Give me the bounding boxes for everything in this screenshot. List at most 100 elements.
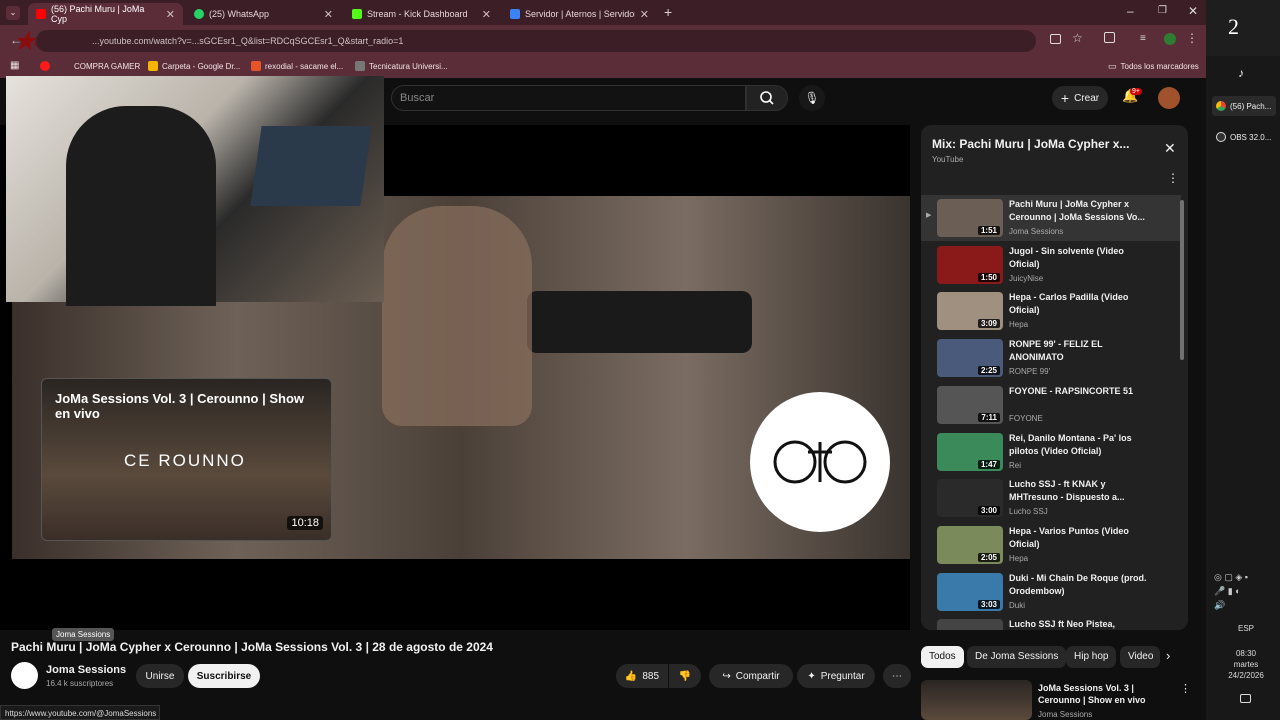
playlist-item[interactable]: 3:09 Hepa - Carlos Padilla (Video Oficial… [921, 288, 1181, 334]
all-bookmarks[interactable]: ▭ Todos los marcadores [1108, 61, 1199, 72]
apps-grid-icon[interactable]: ▦ [10, 60, 19, 71]
video-duration: 1:51 [977, 226, 1000, 235]
tab-kick[interactable]: Stream - Kick Dashboard ✕ [344, 3, 499, 25]
playlist-item[interactable]: 1:51 Pachi Muru | JoMa Cypher x Cerounno … [921, 195, 1181, 241]
more-actions-button[interactable]: ⋯ [883, 664, 911, 688]
playlist-item[interactable]: 7:11 FOYONE - RAPSINCORTE 51 FOYONE [921, 382, 1181, 428]
search-button[interactable] [746, 85, 788, 111]
recommended-thumbnail[interactable] [921, 680, 1032, 720]
channel-name[interactable]: Joma Sessions [46, 664, 126, 676]
tab-aternos[interactable]: Servidor | Aternos | Servidor de ✕ [502, 3, 657, 25]
playlist-item[interactable]: Lucho SSJ ft Neo Pistea, [921, 615, 1181, 630]
endcard-video[interactable]: JoMa Sessions Vol. 3 | Cerounno | Show e… [41, 378, 332, 541]
chip-hiphop[interactable]: Hip hop [1066, 646, 1117, 668]
taskbar-obs[interactable]: OBS 32.0... [1212, 127, 1276, 147]
dislike-button[interactable]: 👎 [669, 664, 701, 688]
streamer-shape [66, 106, 216, 306]
tab-youtube[interactable]: (56) Pachi Muru | JoMa Cyp ✕ [28, 3, 183, 25]
playlist-item[interactable]: 2:25 RONPE 99' - FELIZ EL ANONIMATO RONPE … [921, 335, 1181, 381]
bookmark-compra-gamer[interactable]: COMPRA GAMER [40, 61, 140, 71]
media-control-icon[interactable]: ≡ [1140, 33, 1146, 44]
playlist-item-title: FOYONE - RAPSINCORTE 51 [1009, 385, 1134, 396]
close-icon[interactable]: ✕ [482, 8, 491, 21]
tray-icons[interactable]: ◎ ▢ ◈ ▪ 🎤 ▮ ◐ 🔊 [1214, 570, 1276, 610]
mix-playlist-panel: Mix: Pachi Muru | JoMa Cypher x... YouTu… [921, 125, 1188, 630]
playlist-item-title: Hepa - Varios Puntos (Video Oficial) [1009, 525, 1129, 549]
playlist-item[interactable]: 3:03 Duki - Mi Chain De Roque (prod. Orod… [921, 569, 1181, 615]
video-thumbnail: 3:03 [937, 572, 1003, 611]
playlist-item[interactable]: 1:47 Rei, Danilo Montana - Pa' los piloto… [921, 429, 1181, 475]
close-icon[interactable]: ✕ [166, 8, 175, 21]
mix-subtitle: YouTube [932, 155, 964, 164]
tiktok-icon[interactable]: ♪ [1238, 66, 1244, 80]
more-options-icon[interactable]: ⋮ [1180, 682, 1191, 695]
video-duration: 2:05 [977, 552, 1000, 562]
tab-whatsapp[interactable]: (25) WhatsApp ✕ [186, 3, 341, 25]
playlist-item-channel: RONPE 99' [1009, 367, 1051, 377]
scrollbar[interactable] [1180, 200, 1184, 360]
chip-video[interactable]: Video [1120, 646, 1160, 668]
playlist-item-title: Lucho SSJ - ft KNAK y MHTresuno - Dispue… [1009, 479, 1125, 503]
menu-icon[interactable]: ⋮ [1186, 31, 1198, 45]
compragamer-icon [40, 61, 50, 71]
close-icon[interactable]: ✕ [1164, 140, 1176, 157]
mix-title: Mix: Pachi Muru | JoMa Cypher x... [932, 137, 1130, 151]
maximize-button[interactable]: ❐ [1158, 5, 1167, 16]
close-icon[interactable]: ✕ [324, 8, 333, 21]
date: 24/2/2026 [1228, 671, 1264, 680]
chevron-right-icon[interactable]: › [1166, 648, 1170, 663]
playlist-item-channel: Rei [1009, 460, 1022, 470]
playlist-item-channel: Lucho SSJ [1009, 507, 1048, 517]
search-input[interactable]: Buscar [391, 85, 746, 111]
tab-label: (25) WhatsApp [209, 9, 270, 19]
channel-avatar[interactable] [11, 662, 38, 689]
bookmark-rexodial[interactable]: rexodial - sacame el... [251, 61, 343, 71]
address-bar[interactable]: ...youtube.com/watch?v=...sGCEsr1_Q&list… [36, 30, 1036, 52]
playlist-item-channel: Hepa [1009, 553, 1029, 563]
subscribe-button[interactable]: Suscribirse [188, 664, 260, 688]
chip-all[interactable]: Todos [921, 646, 964, 668]
bookmark-star-icon[interactable]: ☆ [1072, 31, 1083, 45]
avatar[interactable] [1158, 87, 1180, 109]
tab-list-icon[interactable]: ⌄ [6, 6, 20, 20]
language-indicator[interactable]: ESP [1238, 624, 1254, 633]
video-thumbnail: 1:47 [937, 432, 1003, 471]
share-button[interactable]: ↪ Compartir [709, 664, 793, 688]
recommended-title[interactable]: JoMa Sessions Vol. 3 | Cerounno | Show e… [1038, 682, 1173, 706]
minimize-button[interactable]: – [1127, 4, 1134, 18]
playlist-item[interactable]: 2:05 Hepa - Varios Puntos (Video Oficial)… [921, 522, 1181, 568]
share-icon: ↪ [722, 670, 731, 682]
create-button[interactable]: + Crear [1052, 86, 1108, 110]
chip-channel[interactable]: De Joma Sessions [967, 646, 1067, 668]
profile-icon[interactable] [1164, 33, 1176, 45]
taskbar-chrome[interactable]: (56) Pach... [1212, 96, 1276, 116]
sparkle-icon: ✦ [807, 670, 816, 682]
playlist-item-title: Rei, Danilo Montana - Pa' los pilotos (V… [1009, 432, 1132, 456]
clock[interactable]: 08:30 martes 24/2/2026 [1222, 648, 1270, 681]
like-button[interactable]: 👍 885 [616, 664, 668, 688]
close-icon[interactable]: ✕ [640, 8, 649, 21]
join-button[interactable]: Unirse [136, 664, 184, 688]
playlist-item[interactable]: 1:50 Jugol - Sin solvente (Video Oficial)… [921, 242, 1181, 288]
youtube-icon [36, 9, 46, 19]
obs-icon [1216, 132, 1226, 142]
webcam-overlay [6, 76, 384, 306]
bookmark-tecnicatura[interactable]: Tecnicatura Universi... [355, 61, 448, 71]
video-thumbnail: 7:11 [937, 385, 1003, 424]
voice-search-button[interactable]: 🎙 [799, 85, 825, 111]
rexodial-icon [251, 61, 261, 71]
cast-icon[interactable] [1050, 34, 1061, 44]
close-window-button[interactable]: ✕ [1188, 4, 1198, 18]
playlist-item-title: Duki - Mi Chain De Roque (prod. Orodembo… [1009, 572, 1147, 596]
notifications-icon[interactable] [1240, 694, 1251, 703]
bookmarks-bar: ▦ COMPRA GAMER Carpeta - Google Dr... re… [0, 56, 1206, 78]
new-tab-button[interactable]: + [664, 4, 672, 20]
playlist-item[interactable]: 3:00 Lucho SSJ - ft KNAK y MHTresuno - Di… [921, 475, 1181, 521]
bookmark-drive[interactable]: Carpeta - Google Dr... [148, 61, 240, 71]
video-duration: 2:25 [977, 366, 1000, 376]
playlist-item-channel: FOYONE [1009, 413, 1043, 423]
extensions-icon[interactable] [1104, 32, 1115, 43]
notification-count-badge: 9+ [1130, 88, 1142, 95]
ask-button[interactable]: ✦ Preguntar [797, 664, 875, 688]
more-options-icon[interactable]: ⋮ [1167, 171, 1179, 185]
